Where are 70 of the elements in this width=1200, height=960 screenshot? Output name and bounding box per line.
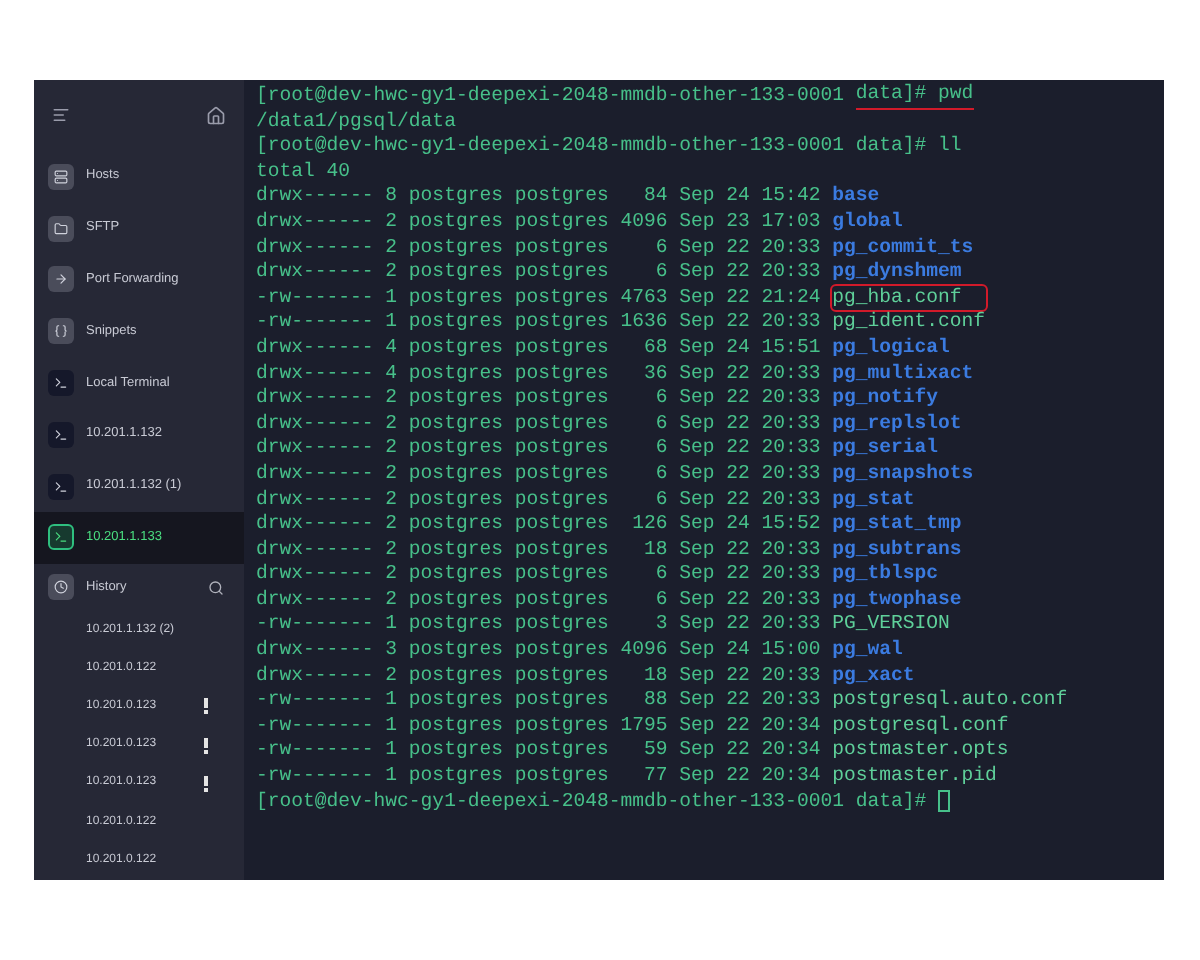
- prompt-dir: data]#: [855, 134, 927, 160]
- file-details: drwx------ 2 postgres postgres 6 Sep 22 20:33: [256, 386, 821, 412]
- arrow-icon: [54, 272, 68, 287]
- file-name: pg_twophase: [832, 587, 962, 613]
- file-name: pg_replslot: [832, 411, 962, 437]
- file-name: pg_ident.conf: [832, 310, 986, 336]
- file-name: pg_xact: [832, 663, 915, 689]
- terminal-icon: [54, 427, 68, 442]
- command-text: ll: [938, 134, 962, 160]
- folder-icon: [54, 221, 68, 236]
- file-details: drwx------ 2 postgres postgres 6 Sep 22 20:33: [256, 260, 821, 286]
- menu-icon[interactable]: [52, 106, 70, 125]
- server-icon: [54, 169, 68, 184]
- clock-icon: [54, 580, 68, 595]
- file-details: drwx------ 2 postgres postgres 6 Sep 22 20:33: [256, 461, 821, 487]
- file-details: drwx------ 2 postgres postgres 6 Sep 22 20:33: [256, 487, 821, 513]
- file-details: -rw------- 1 postgres postgres 88 Sep 22 20:33: [256, 688, 821, 714]
- file-details: -rw------- 1 postgres postgres 1795 Sep 22 20:34: [256, 713, 821, 739]
- file-name: postgresql.conf: [832, 713, 1009, 739]
- file-name: postgresql.auto.conf: [832, 688, 1068, 714]
- terminal-icon: [54, 530, 68, 545]
- file-name: global: [832, 209, 903, 236]
- file-details: drwx------ 2 postgres postgres 6 Sep 22 20:33: [256, 562, 821, 588]
- prompt-dir: data]#: [855, 789, 927, 815]
- braces-icon: [54, 324, 68, 339]
- file-name: pg_stat_tmp: [832, 512, 962, 538]
- file-details: -rw------- 1 postgres postgres 59 Sep 22 20:34: [256, 738, 821, 765]
- terminal-icon: [54, 479, 68, 494]
- file-name: postmaster.opts: [832, 738, 1009, 765]
- file-details: -rw------- 1 postgres postgres 77 Sep 22 20:34: [256, 764, 821, 790]
- prompt-text: [root@dev-hwc-gy1-deepexi-2048-mmdb-other-133-0001: [256, 789, 844, 815]
- prompt-dir: data]#: [855, 82, 927, 108]
- file-details: drwx------ 2 postgres postgres 6 Sep 22 20:33: [256, 411, 821, 437]
- file-name: pg_multixact: [832, 361, 974, 387]
- file-name: pg_serial: [832, 436, 939, 462]
- file-name: pg_subtrans: [832, 537, 962, 563]
- file-details: drwx------ 4 postgres postgres 68 Sep 24 15:51: [256, 335, 821, 362]
- file-name: pg_wal: [832, 638, 903, 664]
- terminal-icon: [54, 375, 68, 390]
- file-name: pg_stat: [832, 487, 915, 513]
- file-details: drwx------ 2 postgres postgres 6 Sep 22 20:33: [256, 235, 821, 261]
- file-name: pg_snapshots: [832, 461, 974, 487]
- file-details: drwx------ 2 postgres postgres 6 Sep 22 20:33: [256, 587, 821, 613]
- file-name: pg_logical: [832, 335, 950, 362]
- file-details: drwx------ 8 postgres postgres 84 Sep 24 15:42: [256, 184, 821, 210]
- home-icon[interactable]: [206, 105, 226, 126]
- file-name: pg_commit_ts: [832, 235, 974, 261]
- file-name: PG_VERSION: [832, 612, 950, 639]
- file-details: drwx------ 2 postgres postgres 18 Sep 22 20:33: [256, 663, 821, 689]
- prompt-text: [root@dev-hwc-gy1-deepexi-2048-mmdb-other-133-0001: [256, 134, 844, 160]
- file-name: pg_dynshmem: [832, 260, 962, 286]
- prompt-text: [root@dev-hwc-gy1-deepexi-2048-mmdb-other-133-0001: [256, 83, 844, 109]
- file-details: drwx------ 2 postgres postgres 126 Sep 24 15:52: [256, 512, 821, 538]
- file-name: pg_tblspc: [832, 562, 939, 588]
- file-details: -rw------- 1 postgres postgres 1636 Sep 22 20:33: [256, 310, 821, 336]
- file-details: drwx------ 2 postgres postgres 4096 Sep 23 17:03: [256, 209, 821, 236]
- file-details: -rw------- 1 postgres postgres 4763 Sep 22 21:24: [256, 285, 821, 311]
- file-details: drwx------ 2 postgres postgres 18 Sep 22 20:33: [256, 537, 821, 563]
- file-details: drwx------ 2 postgres postgres 6 Sep 22 20:33: [256, 436, 821, 462]
- file-name: postmaster.pid: [832, 764, 997, 790]
- output-line: total 40: [256, 159, 351, 185]
- file-details: drwx------ 4 postgres postgres 36 Sep 22 20:33: [256, 361, 821, 387]
- search-icon[interactable]: [208, 579, 224, 596]
- file-name: pg_notify: [832, 386, 939, 412]
- file-name: pg_hba.conf: [832, 285, 986, 311]
- file-name: base: [832, 184, 880, 210]
- command-text: pwd: [938, 82, 974, 108]
- file-details: drwx------ 3 postgres postgres 4096 Sep 24 15:00: [256, 638, 821, 664]
- output-line: /data1/pgsql/data: [256, 109, 456, 135]
- file-details: -rw------- 1 postgres postgres 3 Sep 22 20:33: [256, 612, 821, 639]
